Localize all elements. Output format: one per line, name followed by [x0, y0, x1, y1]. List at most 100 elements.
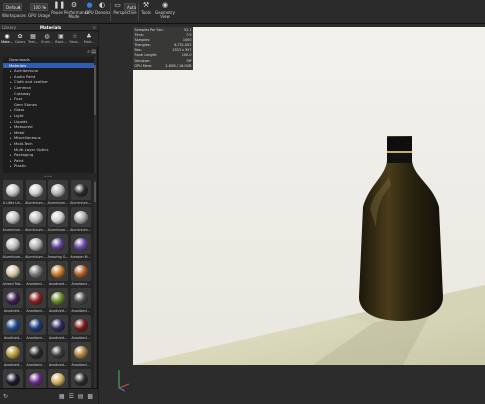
gpu-icon: ●	[86, 1, 93, 9]
tree-item[interactable]: ▸ Mold-Tech	[3, 141, 94, 146]
render-stats-overlay: Samples Per Sec: 52.1 Time: 7:5 Samples: 1000…	[133, 27, 193, 70]
tree-item[interactable]: ▸ Metal	[3, 130, 94, 135]
scrollbar-thumb[interactable]	[94, 182, 96, 202]
tree-item[interactable]: ▸ Miscellaneous	[3, 135, 94, 140]
pause-button[interactable]: ❚❚ Pause	[51, 2, 65, 22]
search-icon[interactable]: ⌕	[87, 49, 90, 55]
tree-item-label: Gem Stones	[14, 101, 38, 107]
material-preview	[25, 234, 46, 254]
material-thumbnail[interactable]: Aluminium...	[70, 180, 92, 206]
material-thumbnail[interactable]: Anodized...	[47, 315, 69, 341]
tree-item[interactable]: ▸ Glass	[3, 107, 94, 112]
close-icon[interactable]: ✕	[93, 25, 96, 30]
top-toolbar: Default ▾ Workspaces 100 % ▾ GPU Usage ❚…	[0, 0, 485, 24]
tree-item[interactable]: ▸ Light	[3, 113, 94, 118]
category-models[interactable]: ♣ Mod...	[83, 33, 95, 44]
workspace-select[interactable]: Default ▾	[3, 3, 22, 11]
category-colors[interactable]: ✿ Colors	[14, 33, 26, 44]
material-thumbnail[interactable]: Aluminium...	[2, 207, 24, 233]
category-backplates[interactable]: ▣ Back...	[55, 33, 67, 44]
material-thumbnail[interactable]: Aluminium...	[25, 234, 47, 260]
material-thumbnail[interactable]: Anodized...	[2, 342, 24, 368]
material-name: Aluminium...	[47, 201, 69, 205]
category-favorites[interactable]: ☆ Favo...	[69, 33, 81, 44]
material-thumbnail[interactable]: Amazon M...	[70, 234, 92, 260]
material-thumbnail[interactable]: Anodized...	[70, 261, 92, 287]
material-thumbnail[interactable]: Anodized...	[25, 288, 47, 314]
tree-item[interactable]: ▾ Materials	[3, 62, 94, 68]
tree-item[interactable]: Gem Stones	[3, 102, 94, 107]
render-viewport[interactable]: Samples Per Sec: 52.1 Time: 7:5 Samples: 1000…	[99, 24, 485, 404]
performance-mode-button[interactable]: ⚙ Performance Mode	[64, 2, 89, 22]
tree-item[interactable]: ▸ Audio Paint	[3, 74, 94, 79]
material-preview	[48, 180, 68, 200]
material-thumbnail[interactable]: Aluminium...	[70, 207, 92, 233]
material-thumbnail[interactable]: Aluminium...	[47, 180, 69, 206]
material-thumbnail[interactable]: Anodized...	[25, 342, 47, 368]
tree-item[interactable]: Downloads	[3, 57, 94, 62]
scrollbar-thumb[interactable]	[94, 65, 96, 115]
material-thumbnail[interactable]: Anodized...	[25, 261, 47, 287]
tab-materials[interactable]: Materials	[40, 25, 61, 30]
material-preview	[70, 288, 91, 308]
material-name: Anodized...	[48, 309, 68, 313]
grid-scrollbar[interactable]	[94, 180, 96, 404]
material-thumbnail[interactable]: Aluminium...	[2, 234, 24, 260]
tree-item[interactable]: ▸ Cloth and Leather	[3, 79, 94, 84]
globe-icon: ◍	[44, 33, 50, 40]
sphere-icon: ◉	[4, 33, 10, 40]
category-materials[interactable]: ◉ Mate...	[1, 33, 13, 44]
material-preview	[25, 207, 46, 227]
tree-scrollbar[interactable]	[94, 57, 96, 173]
tree-item[interactable]: Cutaway	[3, 91, 94, 96]
tab-library[interactable]: Library	[2, 25, 16, 30]
material-thumbnail[interactable]: Aluminium...	[47, 207, 69, 233]
material-sphere	[51, 184, 65, 197]
material-thumbnail[interactable]: Anodized...	[47, 261, 69, 287]
tree-item[interactable]: Multi-Layer Optics	[3, 147, 94, 152]
material-thumbnail[interactable]: Anodized...	[47, 288, 69, 314]
denoise-button[interactable]: ◐ Denoise	[95, 2, 111, 22]
tree-item[interactable]: ▸ Plastic	[3, 163, 94, 168]
tree-item[interactable]: ▸ Liquids	[3, 119, 94, 124]
material-name: Aluminium...	[25, 228, 46, 232]
material-thumbnail[interactable]: A Little Lik...	[2, 180, 24, 206]
geometry-view-button[interactable]: ◉ Geometry View	[154, 2, 176, 22]
tree-item[interactable]: ▸ Measured	[3, 124, 94, 129]
material-sphere	[73, 346, 88, 359]
material-thumbnail[interactable]: Anised Rat...	[2, 261, 24, 287]
perspective-button[interactable]: ▭ Perspective	[112, 2, 138, 22]
render-image[interactable]: Samples Per Sec: 52.1 Time: 7:5 Samples: 1000…	[133, 27, 485, 365]
tools-button[interactable]: ⚒ Tools	[140, 2, 152, 22]
tree-item[interactable]: ▸ Packaging	[3, 152, 94, 157]
material-thumbnail[interactable]: Anodized...	[2, 288, 24, 314]
gpu-button[interactable]: ● GPU	[85, 2, 94, 22]
panel-splitter-handle[interactable]: •••	[44, 174, 53, 179]
material-thumbnail[interactable]: Amazing G...	[47, 234, 69, 260]
model-icon: ♣	[86, 33, 92, 40]
material-thumbnail[interactable]: Anodized...	[70, 342, 92, 368]
material-sphere	[6, 211, 20, 224]
material-name: Anodized...	[71, 309, 90, 313]
material-thumbnail[interactable]: Anodized...	[2, 315, 24, 341]
tree-item[interactable]: ▸ Paint	[3, 158, 94, 163]
refresh-icon[interactable]: ↻	[3, 393, 8, 400]
category-environments[interactable]: ◍ Envir...	[41, 33, 53, 44]
category-textures[interactable]: ▦ Text...	[27, 33, 39, 44]
panel-tabs: Library Materials ✕	[0, 24, 98, 31]
material-thumbnail[interactable]: Anodized...	[25, 315, 47, 341]
tree-item[interactable]: ▸ Fuzz	[3, 96, 94, 101]
view-mode-icons[interactable]: ▦ ☰ ▤ ▩	[59, 393, 94, 400]
material-thumbnail[interactable]: Anodized...	[47, 342, 69, 368]
material-name: Anodized...	[71, 336, 90, 340]
material-name: Anodized...	[26, 336, 45, 340]
material-thumbnail[interactable]: Anodized...	[70, 288, 92, 314]
gpu-usage-select[interactable]: 100 % ▾	[30, 3, 48, 11]
material-thumbnail[interactable]: Aluminium...	[25, 180, 47, 206]
material-preview	[25, 369, 46, 389]
material-thumbnail[interactable]: Anodized...	[70, 315, 92, 341]
tree-item[interactable]: ▸ Architectural	[3, 68, 94, 73]
material-thumbnail[interactable]: Aluminium...	[25, 207, 47, 233]
tree-item[interactable]: ▸ Common	[3, 85, 94, 90]
filter-icon[interactable]: ▤	[91, 49, 96, 55]
